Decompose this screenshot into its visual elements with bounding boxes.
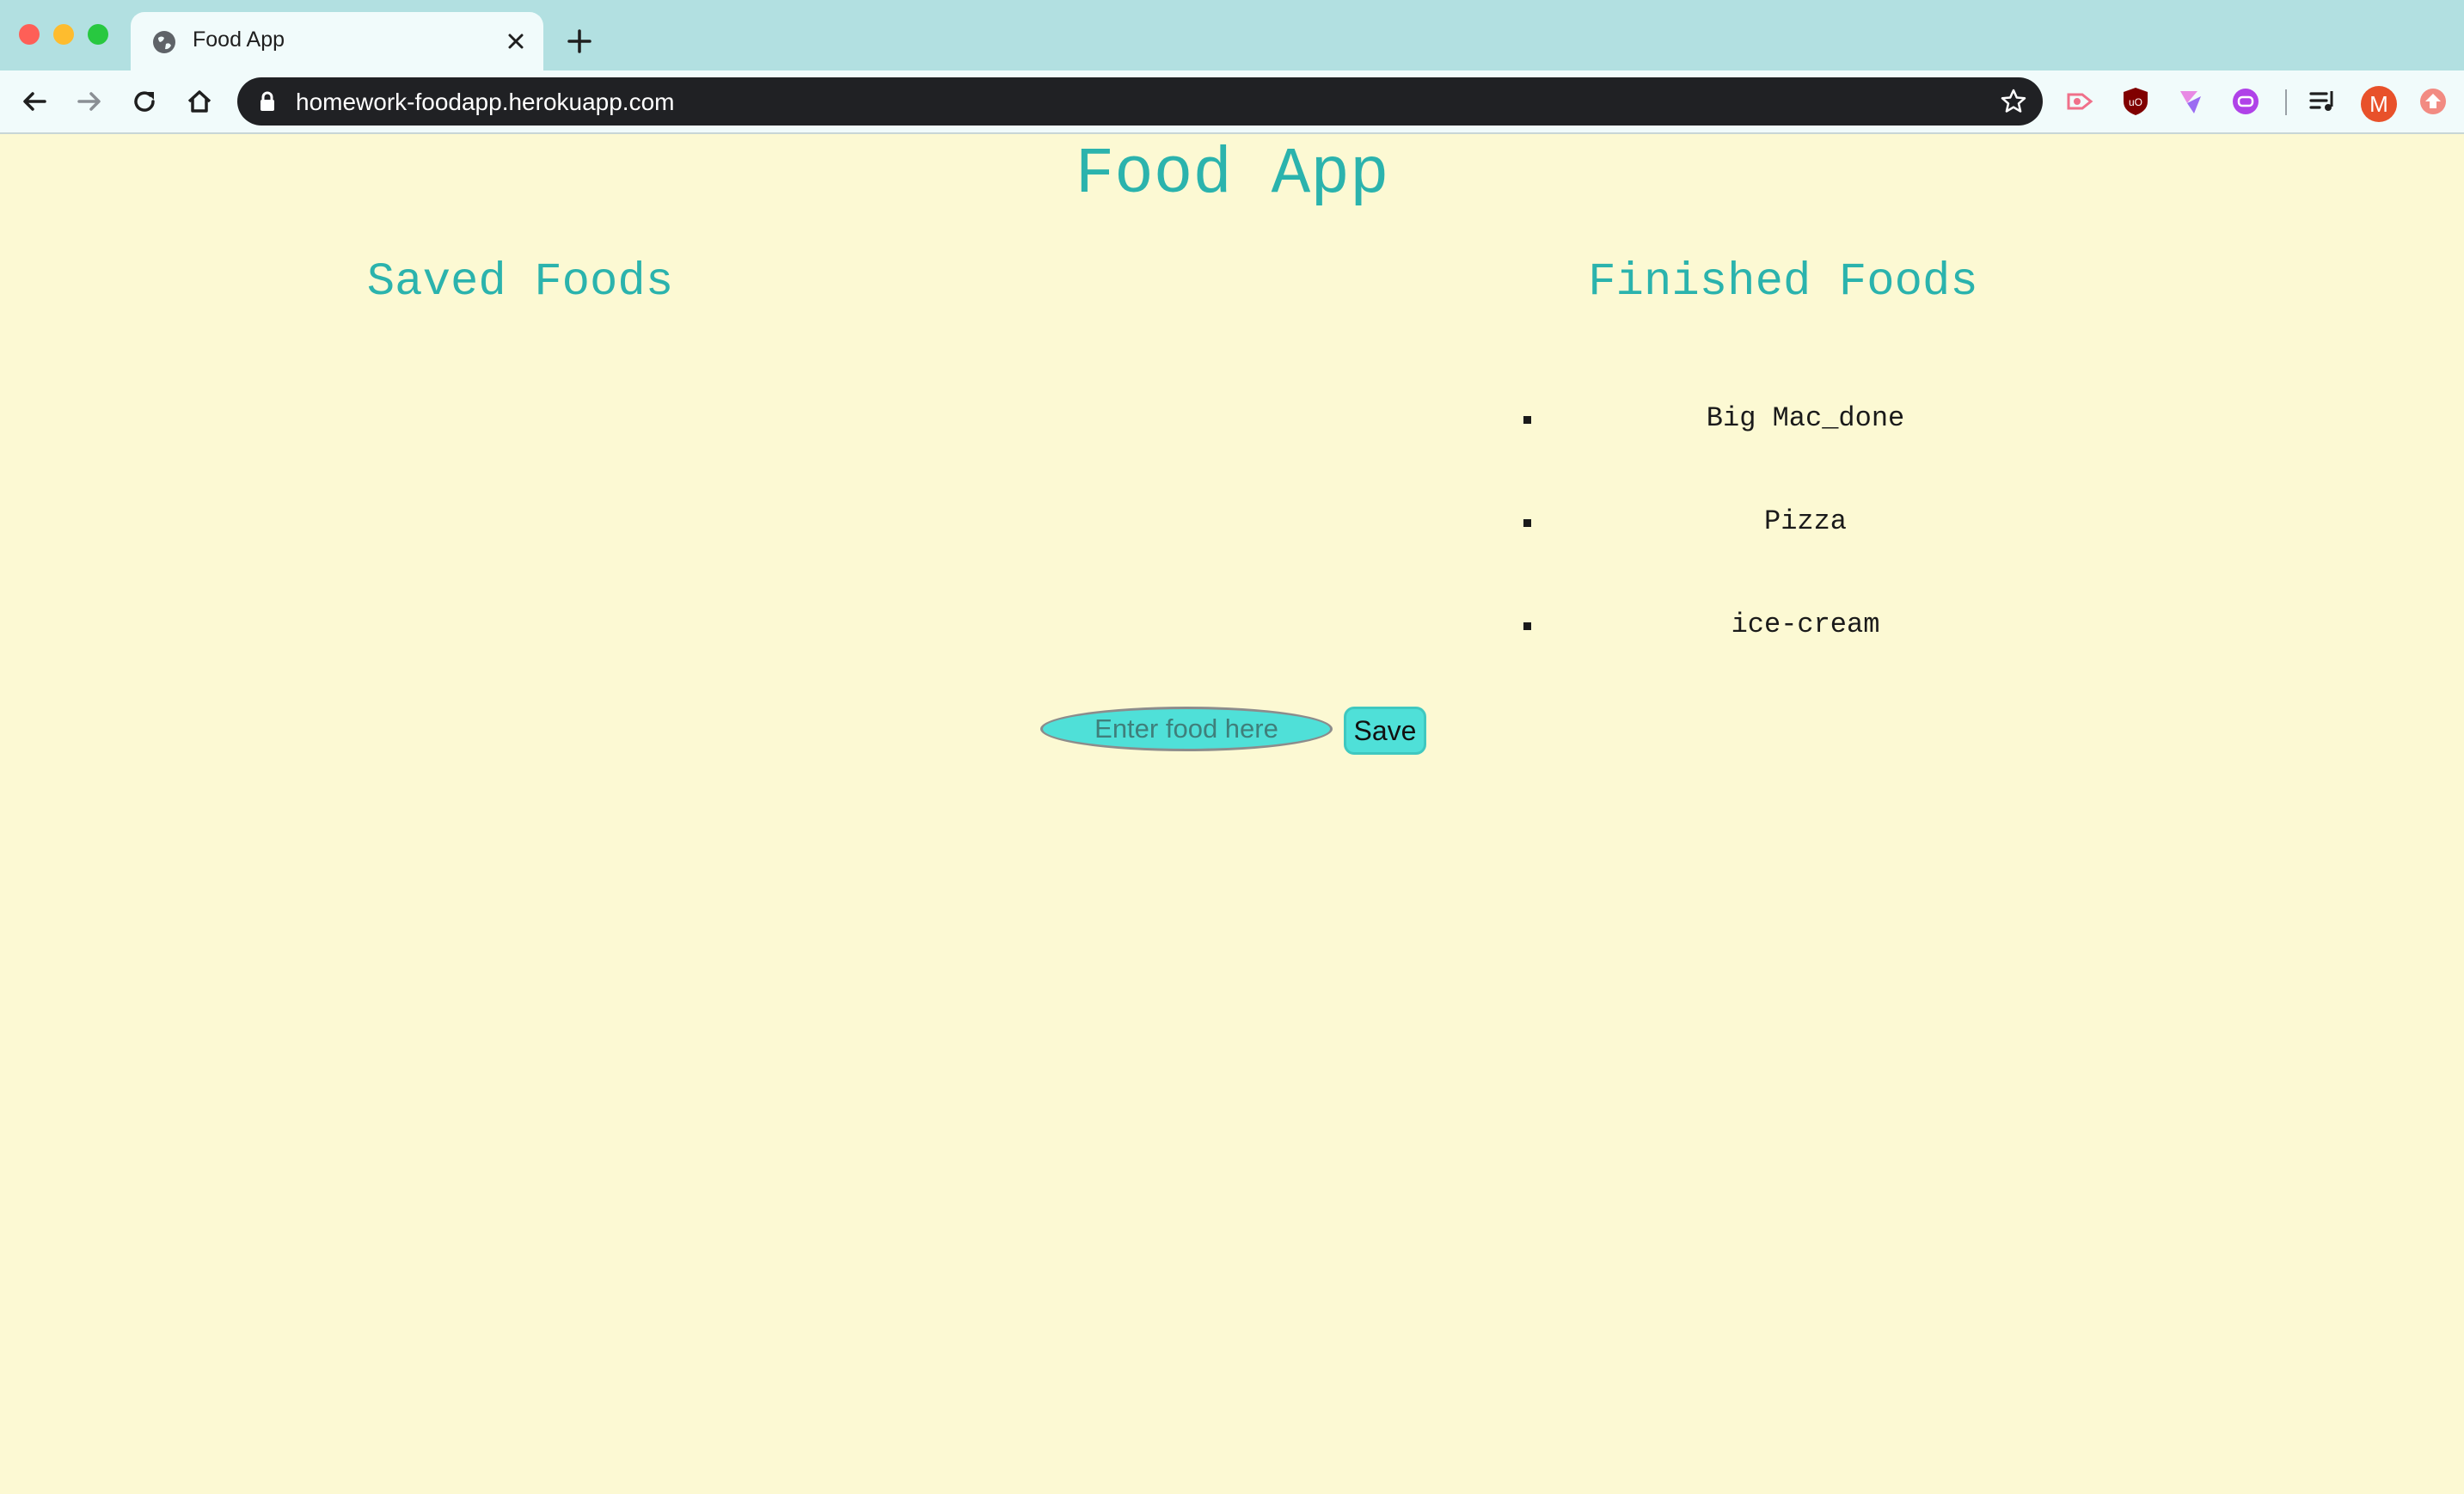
window-close-button[interactable] — [19, 24, 40, 45]
close-icon[interactable] — [502, 28, 530, 55]
page-title: Food App — [1075, 138, 1389, 211]
bullet-icon — [1523, 416, 1531, 424]
list-item[interactable]: Big Mac_done — [1513, 392, 2063, 444]
bullet-icon — [1523, 622, 1531, 630]
saved-foods-heading: Saved Foods — [366, 256, 674, 309]
playlist-icon[interactable] — [2308, 86, 2338, 117]
list-item[interactable]: Pizza — [1513, 495, 2063, 547]
svg-text:uO: uO — [2129, 96, 2142, 108]
extension-icon[interactable] — [2175, 86, 2206, 117]
globe-icon — [153, 31, 175, 53]
lock-icon — [260, 91, 274, 111]
tab-title: Food App — [193, 28, 285, 52]
plus-icon[interactable] — [564, 26, 595, 57]
window-minimize-button[interactable] — [53, 24, 74, 45]
extension-icon[interactable] — [2230, 86, 2261, 117]
avatar[interactable]: M — [2361, 86, 2397, 122]
food-input[interactable] — [1040, 707, 1333, 751]
save-button[interactable]: Save — [1344, 707, 1426, 755]
back-icon[interactable] — [17, 84, 52, 119]
list-item[interactable]: ice-cream — [1513, 598, 2063, 650]
food-item-label: Big Mac_done — [1706, 402, 1905, 434]
extension-icon[interactable] — [2418, 86, 2449, 117]
extension-icon[interactable] — [2065, 86, 2096, 117]
star-icon[interactable] — [2000, 88, 2027, 115]
bullet-icon — [1523, 519, 1531, 527]
url-text[interactable]: homework-foodapp.herokuapp.com — [296, 89, 674, 116]
food-item-label: Pizza — [1763, 505, 1847, 537]
browser-toolbar: homework-foodapp.herokuapp.com uO M — [0, 70, 2464, 134]
page-viewport: Food App Saved Foods Finished Foods Big … — [0, 134, 2464, 1494]
finished-foods-heading: Finished Foods — [1588, 256, 1978, 309]
reload-icon[interactable] — [127, 84, 162, 119]
home-icon[interactable] — [182, 84, 217, 119]
ublock-icon[interactable]: uO — [2120, 86, 2151, 117]
food-item-label: ice-cream — [1731, 609, 1880, 640]
toolbar-divider — [2285, 89, 2287, 115]
address-bar[interactable]: homework-foodapp.herokuapp.com — [237, 77, 2043, 126]
window-maximize-button[interactable] — [88, 24, 108, 45]
browser-tab-bar: Food App — [0, 0, 2464, 70]
browser-tab[interactable]: Food App — [131, 12, 543, 70]
forward-icon[interactable] — [72, 84, 107, 119]
